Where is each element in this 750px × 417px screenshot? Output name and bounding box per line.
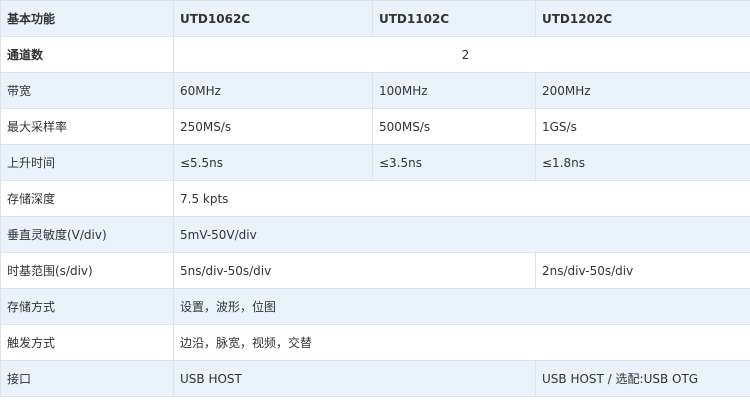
row-label: 存储深度: [0, 180, 174, 217]
row-value: 200MHz: [535, 72, 750, 109]
row-label: 带宽: [0, 72, 174, 109]
row-label: 接口: [0, 360, 174, 397]
row-label: 通道数: [0, 36, 174, 73]
row-value: ≤3.5ns: [372, 144, 536, 181]
table-row: 触发方式 边沿，脉宽，视频，交替: [0, 324, 750, 361]
row-value: USB HOST / 选配:USB OTG: [535, 360, 750, 397]
row-value: 60MHz: [173, 72, 373, 109]
table-row: 存储方式 设置，波形，位图: [0, 288, 750, 325]
row-value: 设置，波形，位图: [173, 288, 750, 325]
header-cell-model: UTD1202C: [535, 0, 750, 37]
row-value: 2: [173, 36, 750, 73]
row-value: 2ns/div-50s/div: [535, 252, 750, 289]
row-label: 触发方式: [0, 324, 174, 361]
header-cell-model: UTD1062C: [173, 0, 373, 37]
row-value: 5ns/div-50s/div: [173, 252, 536, 289]
table-row: 存储深度 7.5 kpts: [0, 180, 750, 217]
row-value: 1GS/s: [535, 108, 750, 145]
table-row: 通道数 2: [0, 36, 750, 73]
row-value: 500MS/s: [372, 108, 536, 145]
table-row: 接口 USB HOST USB HOST / 选配:USB OTG: [0, 360, 750, 397]
table-row: 上升时间 ≤5.5ns ≤3.5ns ≤1.8ns: [0, 144, 750, 181]
row-value: ≤5.5ns: [173, 144, 373, 181]
row-label: 上升时间: [0, 144, 174, 181]
row-value: 5mV-50V/div: [173, 216, 750, 253]
row-label: 存储方式: [0, 288, 174, 325]
row-label: 最大采样率: [0, 108, 174, 145]
header-cell-feature: 基本功能: [0, 0, 174, 37]
row-value: 7.5 kpts: [173, 180, 750, 217]
row-value: 边沿，脉宽，视频，交替: [173, 324, 750, 361]
spec-table: 基本功能 UTD1062C UTD1102C UTD1202C 通道数 2 带宽…: [0, 0, 750, 397]
table-row: 最大采样率 250MS/s 500MS/s 1GS/s: [0, 108, 750, 145]
table-row: 时基范围(s/div) 5ns/div-50s/div 2ns/div-50s/…: [0, 252, 750, 289]
row-value: 250MS/s: [173, 108, 373, 145]
row-label: 时基范围(s/div): [0, 252, 174, 289]
row-value: ≤1.8ns: [535, 144, 750, 181]
table-header-row: 基本功能 UTD1062C UTD1102C UTD1202C: [0, 0, 750, 37]
table-row: 垂直灵敏度(V/div) 5mV-50V/div: [0, 216, 750, 253]
table-row: 带宽 60MHz 100MHz 200MHz: [0, 72, 750, 109]
header-cell-model: UTD1102C: [372, 0, 536, 37]
row-value: USB HOST: [173, 360, 536, 397]
row-label: 垂直灵敏度(V/div): [0, 216, 174, 253]
row-value: 100MHz: [372, 72, 536, 109]
